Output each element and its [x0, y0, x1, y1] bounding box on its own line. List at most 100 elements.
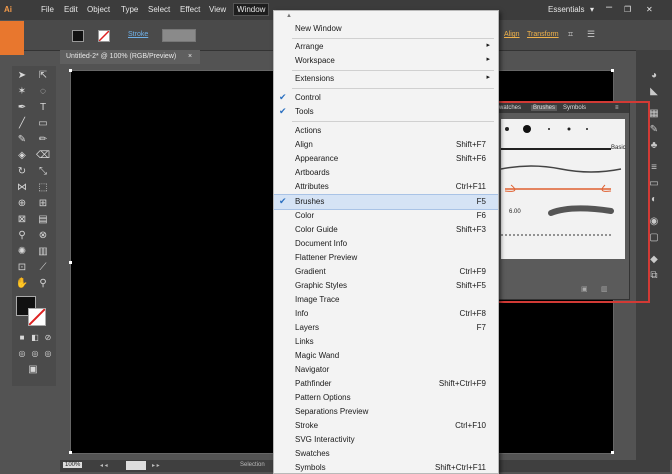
menu-item-navigator[interactable]: Navigator [274, 363, 498, 377]
menu-item-workspace[interactable]: Workspace ▸ [274, 54, 498, 68]
color-mode-icon[interactable]: ■ [15, 332, 29, 344]
menu-item-arrange[interactable]: Arrange ▸ [274, 40, 498, 54]
artboard-tool-icon[interactable]: ⊡ [15, 262, 29, 274]
draw-normal-icon[interactable]: ◎ [15, 348, 29, 360]
symbol-sprayer-tool-icon[interactable]: ✺ [15, 246, 29, 258]
menu-edit[interactable]: Edit [64, 5, 78, 14]
mesh-tool-icon[interactable]: ⊠ [15, 214, 29, 226]
submenu-arrow-icon: ▸ [486, 42, 490, 49]
workspace-dropdown-icon[interactable]: ▾ [590, 5, 594, 14]
fill-swatch[interactable] [72, 30, 84, 42]
menu-item-artboards[interactable]: Artboards [274, 166, 498, 180]
menu-item-separations-preview[interactable]: Separations Preview [274, 405, 498, 419]
artboard-corner [611, 69, 614, 72]
paintbrush-tool-icon[interactable]: ✎ [15, 134, 29, 146]
isolate-icon[interactable]: ⌗ [568, 29, 573, 40]
stroke-weight-field[interactable] [162, 29, 196, 42]
menu-item-color-guide[interactable]: Color Guide Shift+F3 [274, 223, 498, 237]
draw-behind-icon[interactable]: ◎ [28, 348, 42, 360]
pen-tool-icon[interactable]: ✒ [15, 102, 29, 114]
menu-item-new-window[interactable]: New Window [274, 22, 498, 36]
artboard-nav-icon[interactable]: ◂ ◂ [100, 462, 108, 469]
shape-builder-tool-icon[interactable]: ⊕ [15, 198, 29, 210]
restore-icon[interactable]: ❐ [624, 5, 631, 14]
workspace-switcher[interactable]: Essentials [548, 5, 584, 14]
stroke-label[interactable]: Stroke [128, 31, 148, 38]
scale-tool-icon[interactable]: ⤡ [36, 166, 50, 178]
rotate-tool-icon[interactable]: ↻ [15, 166, 29, 178]
close-icon[interactable]: ✕ [646, 5, 653, 14]
artboard-next-icon[interactable]: ▸ ▸ [152, 462, 160, 469]
line-tool-icon[interactable]: ╱ [15, 118, 29, 130]
direct-selection-tool-icon[interactable]: ⇱ [36, 70, 50, 82]
menu-file[interactable]: File [41, 5, 54, 14]
menu-item-align[interactable]: Align Shift+F7 [274, 138, 498, 152]
blob-brush-tool-icon[interactable]: ◈ [15, 150, 29, 162]
menu-item-pathfinder[interactable]: Pathfinder Shift+Ctrl+F9 [274, 377, 498, 391]
draw-inside-icon[interactable]: ◎ [41, 348, 55, 360]
artboard-number-field[interactable] [126, 461, 146, 470]
hand-tool-icon[interactable]: ✋ [15, 278, 29, 290]
menu-item-brushes[interactable]: ✔ Brushes F5 [274, 194, 498, 210]
blend-tool-icon[interactable]: ⊗ [36, 230, 50, 242]
menu-view[interactable]: View [209, 5, 226, 14]
menu-item-attributes[interactable]: Attributes Ctrl+F11 [274, 180, 498, 194]
magic-wand-tool-icon[interactable]: ✶ [15, 86, 29, 98]
menu-item-symbols[interactable]: Symbols Shift+Ctrl+F11 [274, 461, 498, 473]
menu-object[interactable]: Object [87, 5, 110, 14]
menu-item-swatches[interactable]: Swatches [274, 447, 498, 461]
eraser-tool-icon[interactable]: ⌫ [36, 150, 50, 162]
color-panel-icon[interactable]: ◕ [647, 70, 661, 82]
perspective-grid-tool-icon[interactable]: ⊞ [36, 198, 50, 210]
minimize-icon[interactable]: – [606, 1, 612, 13]
menu-item-appearance[interactable]: Appearance Shift+F6 [274, 152, 498, 166]
column-graph-tool-icon[interactable]: ▥ [36, 246, 50, 258]
pencil-tool-icon[interactable]: ✏ [36, 134, 50, 146]
menu-item-color[interactable]: Color F6 [274, 209, 498, 223]
menu-item-graphic-styles[interactable]: Graphic Styles Shift+F5 [274, 279, 498, 293]
menu-item-actions[interactable]: Actions [274, 124, 498, 138]
stroke-swatch[interactable] [98, 30, 110, 42]
selection-tool-icon[interactable]: ➤ [15, 70, 29, 82]
menu-item-layers[interactable]: Layers F7 [274, 321, 498, 335]
transform-link[interactable]: Transform [527, 31, 559, 38]
eyedropper-tool-icon[interactable]: ⚲ [15, 230, 29, 242]
menu-type[interactable]: Type [121, 5, 138, 14]
document-tab[interactable]: Untitled-2* @ 100% (RGB/Preview) × [60, 50, 200, 64]
menu-item-svg-interactivity[interactable]: SVG Interactivity [274, 433, 498, 447]
none-mode-icon[interactable]: ⊘ [41, 332, 55, 344]
status-text[interactable]: Selection [240, 462, 265, 468]
type-tool-icon[interactable]: T [36, 102, 50, 114]
menu-item-document-info[interactable]: Document Info [274, 237, 498, 251]
menu-item-flattener-preview[interactable]: Flattener Preview [274, 251, 498, 265]
menu-item-tools[interactable]: ✔ Tools [274, 105, 498, 119]
menu-select[interactable]: Select [148, 5, 170, 14]
menu-effect[interactable]: Effect [180, 5, 200, 14]
gradient-tool-icon[interactable]: ▤ [36, 214, 50, 226]
color-guide-icon[interactable]: ◣ [647, 86, 661, 98]
menu-item-links[interactable]: Links [274, 335, 498, 349]
menu-item-stroke[interactable]: Stroke Ctrl+F10 [274, 419, 498, 433]
menu-item-magic-wand[interactable]: Magic Wand [274, 349, 498, 363]
screen-mode-icon[interactable]: ▣ [26, 364, 40, 376]
menu-scroll-up-icon[interactable]: ▲ [286, 13, 292, 19]
free-transform-tool-icon[interactable]: ⬚ [36, 182, 50, 194]
menu-item-pattern-options[interactable]: Pattern Options [274, 391, 498, 405]
menu-item-info[interactable]: Info Ctrl+F8 [274, 307, 498, 321]
menu-item-control[interactable]: ✔ Control [274, 91, 498, 105]
menu-item-extensions[interactable]: Extensions ▸ [274, 72, 498, 86]
rectangle-tool-icon[interactable]: ▭ [36, 118, 50, 130]
lasso-tool-icon[interactable]: ◌ [36, 86, 50, 98]
align-link[interactable]: Align [504, 31, 520, 38]
stroke-color-box[interactable] [28, 308, 46, 326]
menu-item-gradient[interactable]: Gradient Ctrl+F9 [274, 265, 498, 279]
zoom-tool-icon[interactable]: ⚲ [36, 278, 50, 290]
zoom-field[interactable]: 100% [63, 462, 83, 468]
options-icon[interactable]: ☰ [587, 29, 595, 40]
menu-window[interactable]: Window [233, 3, 270, 16]
menu-item-image-trace[interactable]: Image Trace [274, 293, 498, 307]
tab-close-icon[interactable]: × [188, 53, 192, 60]
width-tool-icon[interactable]: ⋈ [15, 182, 29, 194]
slice-tool-icon[interactable]: ⟋ [36, 262, 50, 274]
gradient-mode-icon[interactable]: ◧ [28, 332, 42, 344]
